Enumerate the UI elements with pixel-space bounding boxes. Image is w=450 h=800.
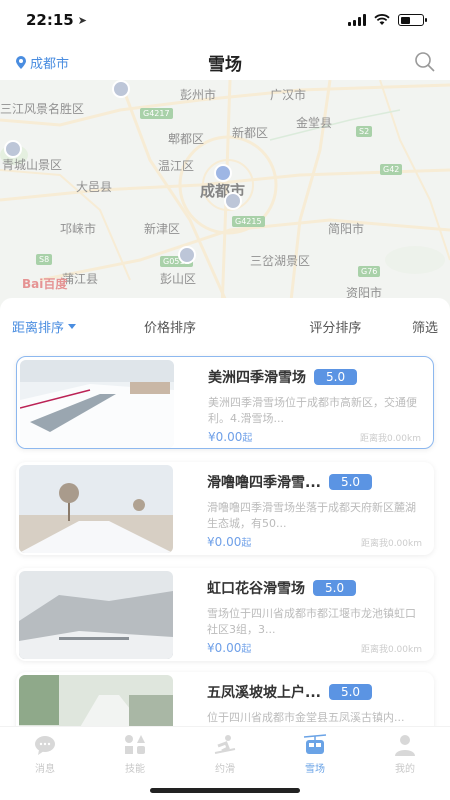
resort-card[interactable]: 滑噜噜四季滑雪... 5.0 滑噜噜四季滑雪场坐落于成都天府新区麓湖生态城，有5… bbox=[16, 462, 434, 555]
sort-price[interactable]: 价格排序 bbox=[117, 317, 222, 336]
score-badge: 5.0 bbox=[328, 474, 373, 490]
chat-bubble-icon bbox=[35, 736, 55, 755]
header: 成都市 雪场 bbox=[0, 40, 450, 84]
resort-description: 滑噜噜四季滑雪场坐落于成都天府新区麓湖生态城，有50... bbox=[207, 501, 416, 530]
resort-name: 滑噜噜四季滑雪... bbox=[207, 475, 321, 491]
filter-button[interactable]: 筛选 bbox=[388, 317, 438, 336]
home-indicator bbox=[150, 788, 300, 793]
tab-skills[interactable]: 技能 bbox=[90, 727, 180, 782]
tab-label: 消息 bbox=[35, 764, 55, 775]
sort-rating[interactable]: 评分排序 bbox=[223, 317, 388, 336]
filter-label: 筛选 bbox=[411, 320, 438, 336]
resort-name: 五凤溪坡坡上户... bbox=[207, 685, 321, 701]
resort-info: 美洲四季滑雪场 5.0 美洲四季滑雪场位于成都市高新区，交通便利。4.滑雪场..… bbox=[174, 357, 433, 448]
resort-photo bbox=[19, 571, 173, 659]
resort-card[interactable]: 虹口花谷滑雪场 5.0 雪场位于四川省成都市都江堰市龙池镇虹口社区3组，3...… bbox=[16, 568, 434, 661]
resort-price: ¥0.00起 bbox=[207, 534, 251, 549]
tab-label: 技能 bbox=[125, 764, 145, 775]
resort-name: 美洲四季滑雪场 bbox=[208, 370, 306, 386]
price-unit: 起 bbox=[242, 433, 253, 444]
resort-price: ¥0.00起 bbox=[208, 429, 252, 444]
resort-distance: 距离我0.00km bbox=[360, 645, 422, 655]
skier-icon bbox=[214, 735, 236, 754]
score-badge: 5.0 bbox=[313, 580, 357, 596]
location-arrow-icon: ➤ bbox=[77, 13, 87, 27]
resort-distance: 距离我0.00km bbox=[360, 539, 422, 549]
resort-card[interactable]: 五凤溪坡坡上户... 5.0 位于四川省成都市金堂县五凤溪古镇内... bbox=[16, 672, 434, 726]
resort-photo bbox=[20, 360, 174, 448]
signal-icon bbox=[348, 14, 366, 26]
price-value: ¥0.00 bbox=[207, 641, 242, 655]
price-unit: 起 bbox=[241, 538, 252, 549]
grid-shapes-icon bbox=[125, 735, 145, 754]
tab-ski-resort[interactable]: 雪场 bbox=[270, 727, 360, 782]
sort-bar: 距离排序 价格排序 评分排序 筛选 bbox=[0, 298, 450, 354]
city-label: 成都市 bbox=[30, 56, 70, 72]
tab-label: 约滑 bbox=[215, 764, 235, 775]
person-icon bbox=[395, 735, 415, 756]
map-fade-overlay bbox=[0, 80, 450, 310]
resort-list-sheet: 距离排序 价格排序 评分排序 筛选 美洲四季滑雪场 5.0 美洲四季滑雪场位于成… bbox=[0, 298, 450, 726]
search-icon[interactable] bbox=[414, 51, 436, 73]
wifi-icon bbox=[374, 14, 390, 25]
resort-card[interactable]: 美洲四季滑雪场 5.0 美洲四季滑雪场位于成都市高新区，交通便利。4.滑雪场..… bbox=[16, 356, 434, 449]
price-value: ¥0.00 bbox=[207, 535, 242, 549]
resort-description: 美洲四季滑雪场位于成都市高新区，交通便利。4.滑雪场... bbox=[208, 396, 417, 425]
battery-icon bbox=[398, 14, 427, 26]
tab-bar: 消息 技能 约滑 雪场 我的 bbox=[0, 726, 450, 782]
cable-car-icon bbox=[303, 734, 327, 754]
price-value: ¥0.00 bbox=[208, 430, 243, 444]
resort-price: ¥0.00起 bbox=[207, 640, 251, 655]
resort-info: 虹口花谷滑雪场 5.0 雪场位于四川省成都市都江堰市龙池镇虹口社区3组，3...… bbox=[173, 568, 434, 661]
score-badge: 5.0 bbox=[314, 369, 358, 385]
location-pin-icon bbox=[16, 55, 26, 69]
sort-price-label: 价格排序 bbox=[143, 320, 196, 336]
city-selector[interactable]: 成都市 bbox=[16, 53, 69, 72]
status-time: 22:15 bbox=[26, 11, 74, 29]
price-unit: 起 bbox=[241, 644, 252, 655]
sort-distance[interactable]: 距离排序 bbox=[12, 317, 117, 336]
tab-profile[interactable]: 我的 bbox=[360, 727, 450, 782]
sort-distance-label: 距离排序 bbox=[12, 320, 65, 336]
sort-rating-label: 评分排序 bbox=[309, 320, 362, 336]
resort-name: 虹口花谷滑雪场 bbox=[207, 581, 305, 597]
tab-label: 雪场 bbox=[305, 764, 325, 775]
resort-photo bbox=[19, 465, 173, 553]
resort-photo bbox=[19, 675, 173, 726]
resort-distance: 距离我0.00km bbox=[359, 434, 421, 444]
score-badge: 5.0 bbox=[328, 684, 373, 700]
resort-info: 滑噜噜四季滑雪... 5.0 滑噜噜四季滑雪场坐落于成都天府新区麓湖生态城，有5… bbox=[173, 462, 434, 555]
status-bar: 22:15 ➤ bbox=[0, 0, 450, 40]
resort-info: 五凤溪坡坡上户... 5.0 位于四川省成都市金堂县五凤溪古镇内... bbox=[173, 672, 434, 726]
resort-description: 位于四川省成都市金堂县五凤溪古镇内... bbox=[207, 711, 405, 724]
tab-ride[interactable]: 约滑 bbox=[180, 727, 270, 782]
tab-label: 我的 bbox=[395, 764, 415, 775]
resort-description: 雪场位于四川省成都市都江堰市龙池镇虹口社区3组，3... bbox=[207, 607, 416, 636]
chevron-down-icon bbox=[68, 323, 77, 329]
tab-messages[interactable]: 消息 bbox=[0, 727, 90, 782]
